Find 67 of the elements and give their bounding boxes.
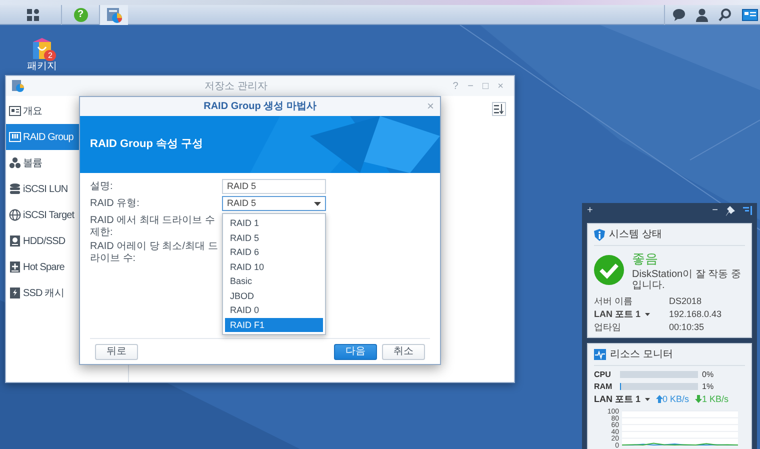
field-label: RAID 유형:: [90, 197, 140, 210]
layout-button[interactable]: [743, 204, 752, 216]
overview-icon: [9, 105, 21, 117]
field-label: 설명:: [90, 180, 114, 193]
storage-manager-taskbar-button[interactable]: [100, 4, 128, 24]
add-button[interactable]: +: [587, 203, 593, 218]
info-label: 업타임: [594, 320, 621, 334]
caret-icon: [644, 398, 650, 401]
dropdown-option[interactable]: RAID 5: [225, 230, 323, 245]
bolt-icon: [9, 287, 21, 299]
sort-button[interactable]: [492, 102, 506, 116]
info-icon: [594, 228, 605, 240]
package-center-shortcut[interactable]: 2: [22, 36, 62, 62]
raid-type-select[interactable]: RAID 5: [222, 196, 326, 211]
card-title: 시스템 상태: [609, 228, 662, 242]
database-icon: [9, 183, 21, 195]
raid-icon: [9, 131, 21, 143]
user-icon: [695, 8, 709, 22]
pin-button[interactable]: [726, 204, 735, 216]
caret-icon: [644, 312, 650, 316]
back-button[interactable]: 뒤로: [95, 344, 138, 360]
dropdown-option[interactable]: Basic: [225, 274, 323, 288]
cancel-button[interactable]: 취소: [382, 344, 425, 360]
monitor-icon: [594, 348, 606, 360]
meter-reading: 1%: [702, 380, 714, 392]
card-title: 리소스 모니터: [610, 348, 673, 362]
dialog-title: RAID Group 생성 마법사: [204, 100, 316, 114]
sort-icon: [494, 104, 504, 114]
status-message: DiskStation이 잘 작동 중입니다.: [632, 268, 742, 290]
widgets-icon: [742, 8, 758, 22]
meter-reading: 0%: [702, 368, 714, 380]
field-label: RAID 어레이 당 최소/최대 드라이브 수:: [90, 240, 219, 265]
info-value: DS2018: [669, 294, 702, 308]
download-rate: 1 KB/s: [702, 392, 729, 406]
lan-label: LAN 포트 1: [594, 392, 641, 406]
grid-icon: [26, 8, 38, 20]
check-icon: [594, 254, 624, 285]
upload-rate: 0 KB/s: [662, 392, 690, 406]
info-label: LAN 포트 1: [594, 308, 641, 320]
caret-icon: [314, 202, 321, 206]
app-icon: [12, 80, 24, 92]
field-label: RAID 에서 최대 드라이브 수 제한:: [90, 214, 216, 239]
info-value: 00:10:35: [669, 320, 704, 334]
volume-icon: [9, 157, 21, 169]
dropdown-option[interactable]: JBOD: [225, 288, 323, 303]
meter-label: CPU: [594, 368, 612, 380]
shortcut-label: 패키지: [26, 62, 58, 72]
dropdown-option[interactable]: RAID 10: [225, 260, 323, 274]
minimize-button[interactable]: −: [712, 203, 718, 218]
window-title: 저장소 관리자: [204, 80, 268, 94]
dropdown-option[interactable]: RAID 6: [225, 245, 323, 260]
dropdown-option[interactable]: RAID 0: [225, 303, 323, 318]
description-field[interactable]: RAID 5: [222, 179, 326, 194]
dropdown-option[interactable]: RAID 1: [225, 216, 323, 230]
storage-manager-icon: [106, 6, 122, 22]
info-value: 192.168.0.43: [669, 308, 722, 320]
meter-label: RAM: [594, 380, 614, 392]
up-arrow-icon: [656, 395, 663, 404]
dropdown-option[interactable]: RAID F1: [225, 318, 323, 332]
layout-icon: [743, 206, 752, 215]
info-label: 서버 이름: [594, 294, 633, 308]
status-text: 좋음: [632, 250, 659, 268]
pin-icon: [726, 206, 735, 216]
globe-icon: [9, 209, 21, 221]
search-icon: [718, 8, 732, 22]
chat-icon: [672, 8, 686, 22]
down-arrow-icon: [695, 395, 702, 404]
